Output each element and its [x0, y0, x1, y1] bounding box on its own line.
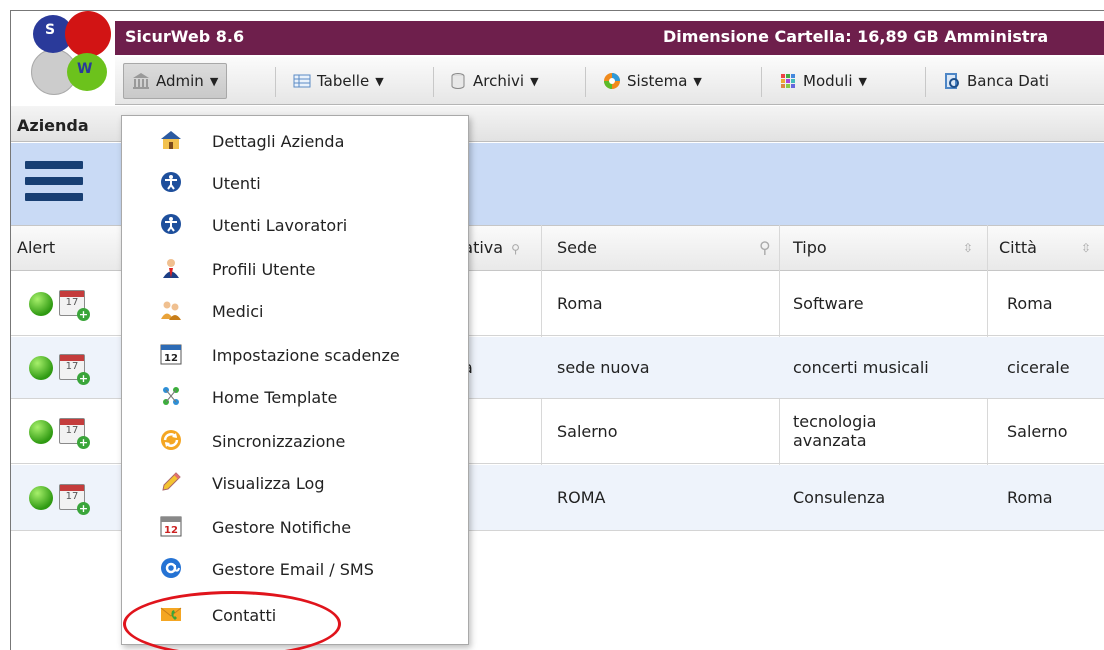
cell-tipo: concerti musicali — [793, 358, 929, 377]
status-ok-icon — [29, 486, 53, 510]
search-icon[interactable]: ⚲ — [759, 238, 771, 257]
menu-banca-dati-label: Banca Dati — [967, 72, 1049, 90]
chevron-down-icon: ▼ — [693, 74, 702, 88]
sicurweb-logo[interactable]: S W — [23, 11, 115, 95]
cell-tipo: Software — [793, 294, 864, 313]
grid-icon — [779, 72, 797, 90]
add-calendar-icon[interactable]: 17 — [59, 418, 90, 449]
email-icon — [160, 557, 182, 579]
menu-item-medici[interactable]: Medici — [122, 290, 468, 330]
menu-item-gestore-email-sms[interactable]: Gestore Email / SMS — [122, 548, 468, 588]
svg-text:12: 12 — [164, 525, 178, 536]
sort-icon[interactable]: ⇳ — [1081, 241, 1091, 255]
admin-dropdown-menu: Dettagli Azienda Utenti Utenti Lavorator… — [121, 115, 469, 645]
column-header-alert[interactable]: Alert — [17, 238, 55, 257]
menu-banca-dati[interactable]: Banca Dati — [935, 63, 1057, 99]
menu-admin[interactable]: Admin ▼ — [123, 63, 228, 99]
user-accessibility-icon — [160, 171, 182, 193]
menu-item-label: Utenti — [212, 174, 261, 193]
menu-item-home-template[interactable]: Home Template — [122, 376, 468, 416]
cell-citta: cicerale — [1007, 358, 1070, 377]
sync-icon — [160, 429, 182, 451]
cell-sede: Roma — [557, 294, 603, 313]
logo-letter-s: S — [45, 22, 56, 38]
sort-icon[interactable]: ⇳ — [963, 241, 973, 255]
menu-tabelle-label: Tabelle — [317, 72, 370, 90]
user-profile-icon — [160, 257, 182, 279]
notification-calendar-icon: 12 — [160, 515, 182, 537]
menu-item-label: Profili Utente — [212, 260, 316, 279]
menu-item-utenti[interactable]: Utenti — [122, 162, 468, 202]
system-icon — [603, 72, 621, 90]
menu-sistema-label: Sistema — [627, 72, 688, 90]
menu-item-label: Utenti Lavoratori — [212, 216, 348, 235]
cell-citta: Salerno — [1007, 422, 1068, 441]
menu-tabelle[interactable]: Tabelle ▼ — [285, 63, 392, 99]
add-calendar-icon[interactable]: 17 — [59, 290, 90, 321]
column-header-tipo[interactable]: Tipo — [793, 238, 827, 257]
menu-archivi[interactable]: Archivi ▼ — [441, 63, 547, 99]
chevron-down-icon: ▼ — [375, 74, 384, 88]
cell-tipo: tecnologia avanzata — [793, 412, 877, 450]
cell-sede: Salerno — [557, 422, 618, 441]
template-icon — [160, 385, 182, 407]
folder-size-info: Dimensione Cartella: 16,89 GB Amministra — [663, 27, 1049, 46]
title-bar: SicurWeb 8.6 Dimensione Cartella: 16,89 … — [115, 21, 1104, 55]
status-ok-icon — [29, 292, 53, 316]
cell-citta: Roma — [1007, 294, 1053, 313]
menu-bar: Admin ▼ Tabelle ▼ Archivi ▼ Sistema ▼ Mo… — [115, 57, 1104, 105]
chevron-down-icon: ▼ — [530, 74, 539, 88]
menu-item-label: Sincronizzazione — [212, 432, 346, 451]
menu-item-label: Visualizza Log — [212, 474, 325, 493]
building-icon — [160, 129, 182, 151]
menu-item-label: Dettagli Azienda — [212, 132, 345, 151]
menu-moduli[interactable]: Moduli ▼ — [771, 63, 875, 99]
menu-item-label: Medici — [212, 302, 264, 321]
highlight-ellipse — [123, 591, 341, 650]
column-header-citta[interactable]: Città — [999, 238, 1037, 257]
menu-item-label: Gestore Email / SMS — [212, 560, 374, 579]
app-title: SicurWeb 8.6 — [125, 27, 245, 46]
add-calendar-icon[interactable]: 17 — [59, 354, 90, 385]
database-icon — [449, 72, 467, 90]
menu-item-label: Home Template — [212, 388, 338, 407]
app-window: S W SicurWeb 8.6 Dimensione Cartella: 16… — [10, 10, 1104, 650]
hamburger-menu-icon[interactable] — [25, 161, 83, 209]
menu-moduli-label: Moduli — [803, 72, 853, 90]
book-icon — [943, 72, 961, 90]
menu-item-profili-utente[interactable]: Profili Utente — [122, 248, 468, 288]
user-accessibility-icon — [160, 213, 182, 235]
cell-sede: ROMA — [557, 488, 606, 507]
menu-item-label: Gestore Notifiche — [212, 518, 352, 537]
calendar-icon: 12 — [160, 343, 182, 365]
menu-item-impostazione-scadenze[interactable]: 12 Impostazione scadenze — [122, 334, 468, 374]
cell-sede: sede nuova — [557, 358, 650, 377]
doctors-icon — [160, 299, 182, 321]
chevron-down-icon: ▼ — [209, 74, 219, 88]
menu-archivi-label: Archivi — [473, 72, 525, 90]
menu-sistema[interactable]: Sistema ▼ — [595, 63, 710, 99]
search-icon: ⚲ — [511, 242, 520, 256]
svg-text:12: 12 — [164, 353, 178, 364]
status-ok-icon — [29, 420, 53, 444]
menu-admin-label: Admin — [156, 72, 204, 90]
menu-item-gestore-notifiche[interactable]: 12 Gestore Notifiche — [122, 506, 468, 546]
add-calendar-icon[interactable]: 17 — [59, 484, 90, 515]
menu-item-dettagli-azienda[interactable]: Dettagli Azienda — [122, 120, 468, 160]
panel-title: Azienda — [17, 116, 89, 135]
status-ok-icon — [29, 356, 53, 380]
menu-item-label: Impostazione scadenze — [212, 346, 400, 365]
chevron-down-icon: ▼ — [858, 74, 867, 88]
menu-item-sincronizzazione[interactable]: Sincronizzazione — [122, 420, 468, 460]
bank-icon — [132, 72, 150, 90]
cell-tipo: Consulenza — [793, 488, 886, 507]
table-icon — [293, 72, 311, 90]
cell-citta: Roma — [1007, 488, 1053, 507]
menu-item-visualizza-log[interactable]: Visualizza Log — [122, 462, 468, 502]
column-header-sede[interactable]: Sede — [557, 238, 597, 257]
menu-item-utenti-lavoratori[interactable]: Utenti Lavoratori — [122, 204, 468, 244]
logo-letter-w: W — [77, 61, 93, 77]
pencil-icon — [160, 471, 182, 493]
